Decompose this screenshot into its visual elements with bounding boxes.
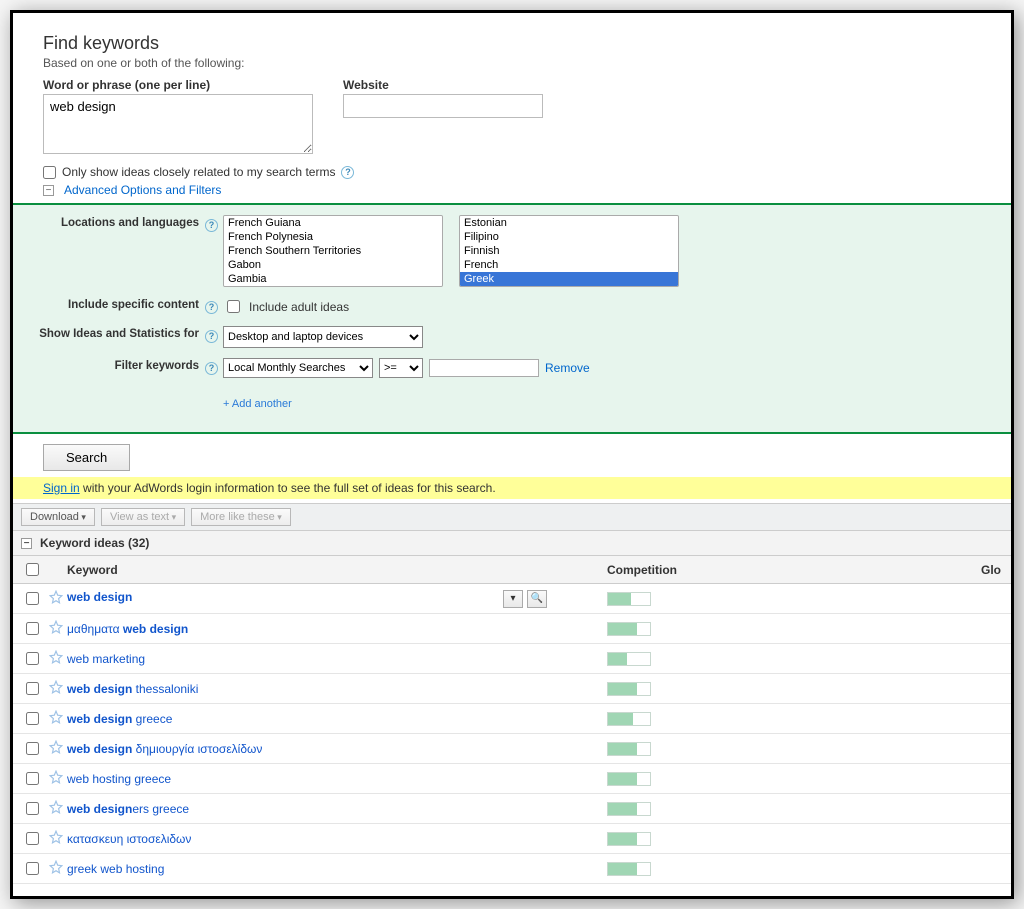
star-icon[interactable]: [49, 800, 63, 814]
include-adult-label: Include adult ideas: [249, 300, 349, 314]
row-checkbox[interactable]: [26, 652, 39, 665]
row-checkbox[interactable]: [26, 802, 39, 815]
star-icon[interactable]: [49, 860, 63, 874]
table-row: web design greece: [13, 704, 1011, 734]
filter-metric-select[interactable]: Local Monthly Searches: [223, 358, 373, 378]
website-label: Website: [343, 78, 543, 92]
filter-remove-link[interactable]: Remove: [545, 361, 590, 375]
table-row: web design thessaloniki: [13, 674, 1011, 704]
keyword-link[interactable]: web design greece: [67, 712, 172, 726]
star-icon[interactable]: [49, 620, 63, 634]
signin-banner: Sign in with your AdWords login informat…: [13, 477, 1011, 499]
col-keyword[interactable]: Keyword: [67, 563, 607, 577]
devices-select[interactable]: Desktop and laptop devices: [223, 326, 423, 348]
star-icon[interactable]: [49, 740, 63, 754]
table-row: greek web hosting: [13, 854, 1011, 884]
adv-options-toggle[interactable]: Advanced Options and Filters: [64, 183, 221, 197]
phrase-label: Word or phrase (one per line): [43, 78, 313, 92]
dropdown-icon[interactable]: ▾: [503, 590, 523, 608]
website-input[interactable]: [343, 94, 543, 118]
download-button[interactable]: Download: [21, 508, 95, 526]
row-checkbox[interactable]: [26, 592, 39, 605]
row-checkbox[interactable]: [26, 862, 39, 875]
competition-bar: [607, 652, 651, 666]
add-filter-link[interactable]: + Add another: [223, 398, 292, 410]
table-row: web designers greece: [13, 794, 1011, 824]
table-row: web hosting greece: [13, 764, 1011, 794]
collapse-icon[interactable]: −: [21, 538, 32, 549]
row-checkbox[interactable]: [26, 772, 39, 785]
locations-listbox[interactable]: French GuianaFrench PolynesiaFrench Sout…: [223, 215, 443, 287]
star-icon[interactable]: [49, 680, 63, 694]
star-icon[interactable]: [49, 650, 63, 664]
select-all-checkbox[interactable]: [26, 563, 39, 576]
help-icon[interactable]: ?: [205, 330, 218, 343]
search-icon[interactable]: 🔍: [527, 590, 547, 608]
row-checkbox[interactable]: [26, 832, 39, 845]
competition-bar: [607, 592, 651, 606]
keyword-link[interactable]: web design: [67, 590, 132, 604]
show-ideas-label: Show Ideas and Statistics for: [25, 326, 205, 342]
table-row: κατασκευη ιστοσελιδων: [13, 824, 1011, 854]
view-as-text-button[interactable]: View as text: [101, 508, 185, 526]
help-icon[interactable]: ?: [341, 166, 354, 179]
competition-bar: [607, 622, 651, 636]
only-closely-checkbox[interactable]: [43, 166, 56, 179]
help-icon[interactable]: ?: [205, 219, 218, 232]
toolbar: Download View as text More like these: [13, 503, 1011, 531]
help-icon[interactable]: ?: [205, 301, 218, 314]
row-checkbox[interactable]: [26, 712, 39, 725]
keyword-link[interactable]: web hosting greece: [67, 772, 171, 786]
competition-bar: [607, 682, 651, 696]
keyword-link[interactable]: web designers greece: [67, 802, 189, 816]
competition-bar: [607, 862, 651, 876]
competition-bar: [607, 712, 651, 726]
filter-op-select[interactable]: >=: [379, 358, 423, 378]
keyword-link[interactable]: μαθηματα web design: [67, 622, 188, 636]
row-checkbox[interactable]: [26, 622, 39, 635]
signin-link[interactable]: Sign in: [43, 481, 80, 495]
help-icon[interactable]: ?: [205, 362, 218, 375]
loc-lang-label: Locations and languages: [25, 215, 205, 229]
competition-bar: [607, 742, 651, 756]
search-button[interactable]: Search: [43, 444, 130, 471]
only-closely-label: Only show ideas closely related to my se…: [62, 165, 335, 179]
more-like-these-button[interactable]: More like these: [191, 508, 291, 526]
table-row: μαθηματα web design: [13, 614, 1011, 644]
include-specific-label: Include specific content: [25, 297, 205, 311]
include-adult-checkbox[interactable]: [227, 300, 240, 313]
competition-bar: [607, 802, 651, 816]
table-row: web marketing: [13, 644, 1011, 674]
competition-bar: [607, 772, 651, 786]
filter-value-input[interactable]: [429, 359, 539, 377]
star-icon[interactable]: [49, 710, 63, 724]
signin-text: with your AdWords login information to s…: [80, 481, 496, 495]
table-row: web design δημιουργία ιστοσελίδων: [13, 734, 1011, 764]
filter-kw-label: Filter keywords: [25, 358, 205, 372]
page-subtitle: Based on one or both of the following:: [43, 56, 991, 70]
competition-bar: [607, 832, 651, 846]
col-global[interactable]: Glo: [807, 563, 1005, 577]
phrase-input[interactable]: web design: [43, 94, 313, 154]
star-icon[interactable]: [49, 830, 63, 844]
keyword-link[interactable]: web design thessaloniki: [67, 682, 198, 696]
col-competition[interactable]: Competition: [607, 563, 807, 577]
section-title: Keyword ideas (32): [40, 536, 149, 550]
star-icon[interactable]: [49, 590, 63, 604]
table-row: web design ▾🔍: [13, 584, 1011, 614]
keyword-link[interactable]: web design δημιουργία ιστοσελίδων: [67, 742, 262, 756]
languages-listbox[interactable]: DutchEstonianFilipinoFinnishFrenchGreek: [459, 215, 679, 287]
collapse-icon[interactable]: −: [43, 185, 54, 196]
table-header: Keyword Competition Glo: [13, 556, 1011, 584]
advanced-panel: Locations and languages ? French GuianaF…: [13, 203, 1011, 434]
star-icon[interactable]: [49, 770, 63, 784]
keyword-link[interactable]: κατασκευη ιστοσελιδων: [67, 832, 191, 846]
row-checkbox[interactable]: [26, 682, 39, 695]
keyword-link[interactable]: greek web hosting: [67, 862, 164, 876]
keyword-link[interactable]: web marketing: [67, 652, 145, 666]
row-checkbox[interactable]: [26, 742, 39, 755]
page-title: Find keywords: [43, 33, 991, 54]
